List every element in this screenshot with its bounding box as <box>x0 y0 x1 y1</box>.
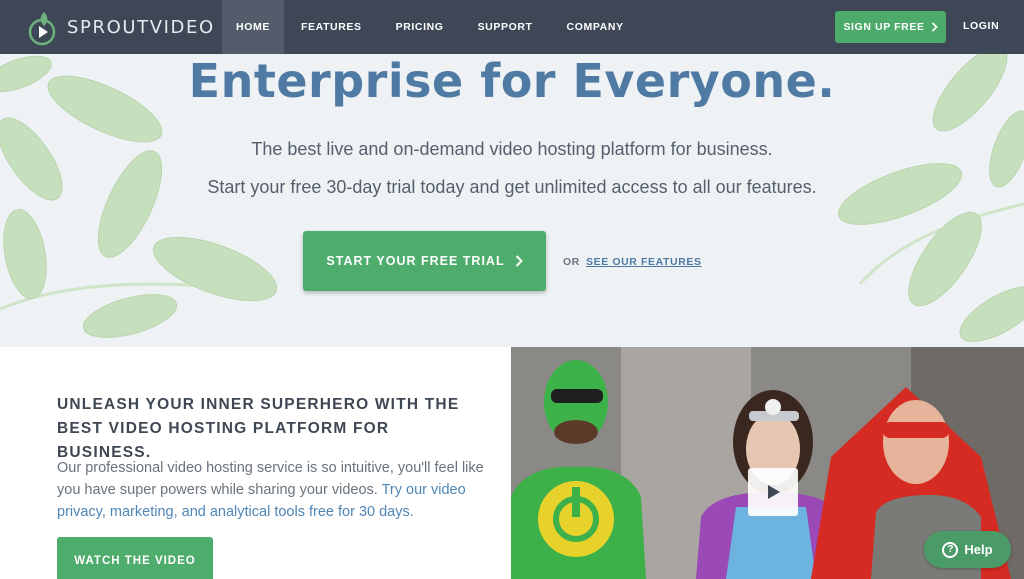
hero-title: Enterprise for Everyone. <box>188 54 836 108</box>
nav-item-company[interactable]: COMPANY <box>550 0 641 54</box>
sign-up-free-label: SIGN UP FREE <box>843 21 925 33</box>
nav-item-home[interactable]: HOME <box>222 0 284 54</box>
top-navigation-bar: SPROUTVIDEO HOME FEATURES PRICING SUPPOR… <box>0 0 1024 54</box>
or-separator: OR <box>563 256 580 268</box>
video-play-button[interactable] <box>748 468 798 516</box>
nav-item-support[interactable]: SUPPORT <box>461 0 550 54</box>
help-button[interactable]: ? Help <box>924 531 1011 568</box>
hero-subtitle-1: The best live and on-demand video hostin… <box>251 139 773 159</box>
promo-body: Our professional video hosting service i… <box>57 457 487 523</box>
help-label: Help <box>964 542 993 557</box>
hero-section: Enterprise for Everyone. The best live a… <box>0 54 1024 347</box>
sign-up-free-button[interactable]: SIGN UP FREE <box>835 11 946 43</box>
main-menu: HOME FEATURES PRICING SUPPORT COMPANY <box>222 0 641 54</box>
nav-item-features[interactable]: FEATURES <box>284 0 379 54</box>
brand-logo[interactable]: SPROUTVIDEO <box>27 8 215 46</box>
play-icon <box>768 485 780 499</box>
see-our-features-link[interactable]: SEE OUR FEATURES <box>586 256 702 268</box>
brand-name: SPROUTVIDEO <box>67 16 215 38</box>
question-circle-icon: ? <box>942 541 959 558</box>
promo-heading: UNLEASH YOUR INNER SUPERHERO WITH THE BE… <box>57 396 460 461</box>
watch-the-video-button[interactable]: WATCH THE VIDEO <box>57 537 213 579</box>
chevron-right-icon <box>931 22 938 32</box>
chevron-right-icon <box>515 255 523 267</box>
sprout-play-icon <box>27 8 61 46</box>
nav-item-pricing[interactable]: PRICING <box>379 0 461 54</box>
hero-subtitle-2: Start your free 30-day trial today and g… <box>207 177 817 197</box>
start-free-trial-label: START YOUR FREE TRIAL <box>326 254 505 268</box>
start-free-trial-button[interactable]: START YOUR FREE TRIAL <box>303 231 546 291</box>
login-link[interactable]: LOGIN <box>963 20 999 32</box>
